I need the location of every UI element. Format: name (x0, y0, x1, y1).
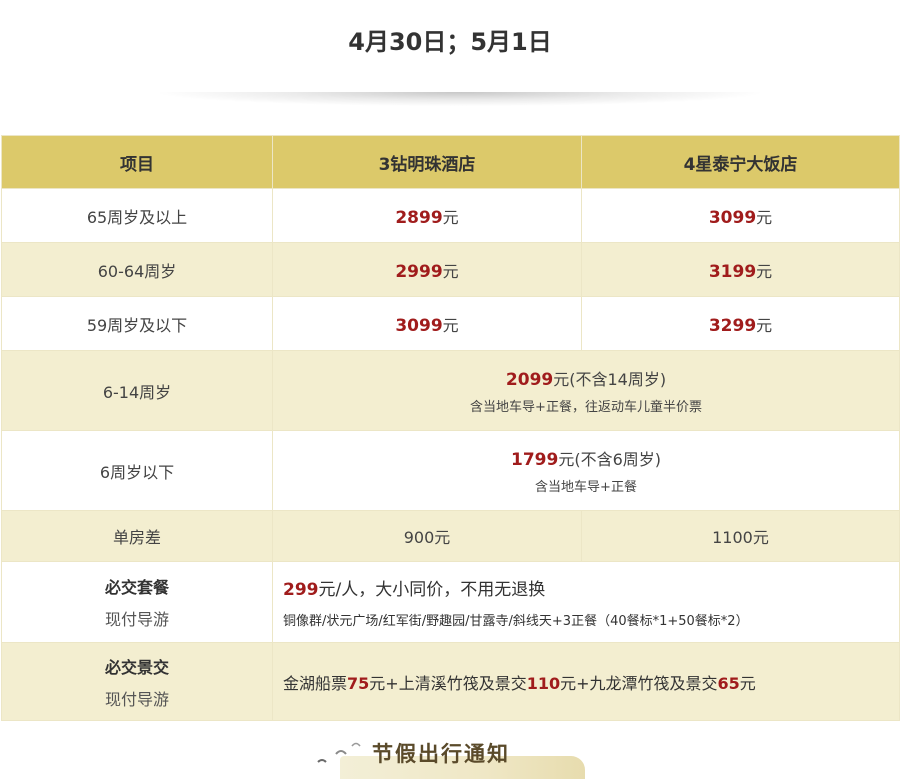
price-suffix: 元(不含14周岁) (553, 370, 667, 389)
table-row: 单房差 900元 1100元 (1, 510, 900, 562)
package-text: 元/人，大小同价，不用无退换 (318, 580, 546, 600)
header-item: 项目 (1, 135, 273, 189)
scenic-line: 金湖船票75元+上清溪竹筏及景交110元+九龙潭竹筏及景交65元 (283, 670, 899, 694)
table-row: 60-64周岁 2999元 3199元 (1, 242, 900, 297)
date-title: 4月30日；5月1日 (348, 28, 552, 56)
price-value: 3199 (708, 261, 757, 282)
table-row: 6周岁以下 1799元(不含6周岁) 含当地车导+正餐 (1, 430, 900, 511)
table-row: 65周岁及以上 2899元 3099元 (1, 188, 900, 243)
child-price-cell: 1799元(不含6周岁) 含当地车导+正餐 (272, 430, 900, 511)
package-label: 必交套餐 (104, 578, 169, 597)
price-table: 项目 3钻明珠酒店 4星泰宁大饭店 65周岁及以上 2899元 3099元 60… (1, 135, 900, 721)
scenic-sub: 现付导游 (104, 689, 169, 709)
price-unit: 元 (442, 261, 459, 281)
table-row: 6-14周岁 2099元(不含14周岁) 含当地车导+正餐，往返动车儿童半价票 (1, 350, 900, 431)
price-value: 2899 (395, 207, 443, 228)
scenic-text: 元 (739, 673, 756, 693)
scenic-label: 必交景交 (104, 657, 169, 677)
price-value: 3299 (708, 315, 757, 336)
table-row: 59周岁及以下 3099元 3299元 (1, 296, 900, 351)
price-value: 110 (526, 673, 561, 693)
footer-title: 节假出行通知 (372, 742, 510, 766)
table-row: 必交套餐 现付导游 299元/人，大小同价，不用无退换 铜像群/状元广场/红军街… (1, 561, 900, 643)
row-label: 65周岁及以上 (1, 188, 273, 243)
header-hotel-a: 3钻明珠酒店 (272, 135, 582, 189)
scenic-text: 元+上清溪竹筏及景交 (369, 673, 527, 693)
price-unit: 元 (442, 315, 459, 335)
row-label: 60-64周岁 (1, 242, 273, 297)
header-hotel-b: 4星泰宁大饭店 (581, 135, 900, 189)
price-cell-b: 3199元 (581, 242, 900, 297)
row-label: 59周岁及以下 (1, 296, 273, 351)
package-sub: 现付导游 (104, 610, 169, 629)
package-price-line: 299元/人，大小同价，不用无退换 (283, 575, 899, 600)
price-value: 75 (347, 673, 370, 693)
child-price-cell: 2099元(不含14周岁) 含当地车导+正餐，往返动车儿童半价票 (272, 350, 900, 431)
footer-banner: 节假出行通知 (310, 730, 590, 779)
scenic-text: 金湖船票 (283, 673, 348, 693)
price-cell-a: 2899元 (272, 188, 582, 243)
price-note: 含当地车导+正餐 (535, 480, 637, 495)
child-price-line: 1799元(不含6周岁) (273, 446, 899, 470)
price-unit: 元 (756, 261, 773, 281)
table-row: 必交景交 现付导游 金湖船票75元+上清溪竹筏及景交110元+九龙潭竹筏及景交6… (1, 642, 900, 721)
child-price-line: 2099元(不含14周岁) (273, 366, 899, 390)
row-label: 6周岁以下 (1, 430, 273, 511)
price-value: 3099 (395, 315, 443, 336)
price-value: 2999 (395, 261, 443, 282)
scenic-label-cell: 必交景交 现付导游 (1, 642, 273, 721)
price-value: 1799 (511, 450, 559, 470)
package-detail: 铜像群/状元广场/红军街/野趣园/甘露寺/斜线天+3正餐（40餐标*1+50餐标… (283, 614, 749, 629)
row-label: 单房差 (1, 510, 273, 562)
price-value: 65 (717, 673, 740, 693)
bird-icon (317, 742, 361, 763)
price-value: 299 (283, 580, 319, 600)
scenic-text: 元+九龙潭竹筏及景交 (560, 673, 718, 693)
scenic-cell: 金湖船票75元+上清溪竹筏及景交110元+九龙潭竹筏及景交65元 (272, 642, 900, 721)
price-unit: 元 (756, 315, 773, 335)
price-value: 3099 (708, 207, 757, 228)
price-suffix: 元(不含6周岁) (558, 450, 661, 469)
single-room-b: 1100元 (581, 510, 900, 562)
price-cell-a: 2999元 (272, 242, 582, 297)
row-label: 6-14周岁 (1, 350, 273, 431)
table-header-row: 项目 3钻明珠酒店 4星泰宁大饭店 (1, 135, 900, 189)
price-cell-a: 3099元 (272, 296, 582, 351)
package-cell: 299元/人，大小同价，不用无退换 铜像群/状元广场/红军街/野趣园/甘露寺/斜… (272, 561, 900, 643)
price-unit: 元 (756, 207, 773, 227)
price-cell-b: 3099元 (581, 188, 900, 243)
price-value: 2099 (505, 370, 554, 390)
package-label-cell: 必交套餐 现付导游 (1, 561, 273, 643)
price-note: 含当地车导+正餐，往返动车儿童半价票 (470, 400, 702, 415)
price-unit: 元 (442, 207, 459, 227)
price-cell-b: 3299元 (581, 296, 900, 351)
single-room-a: 900元 (272, 510, 582, 562)
divider-shadow (160, 92, 760, 106)
